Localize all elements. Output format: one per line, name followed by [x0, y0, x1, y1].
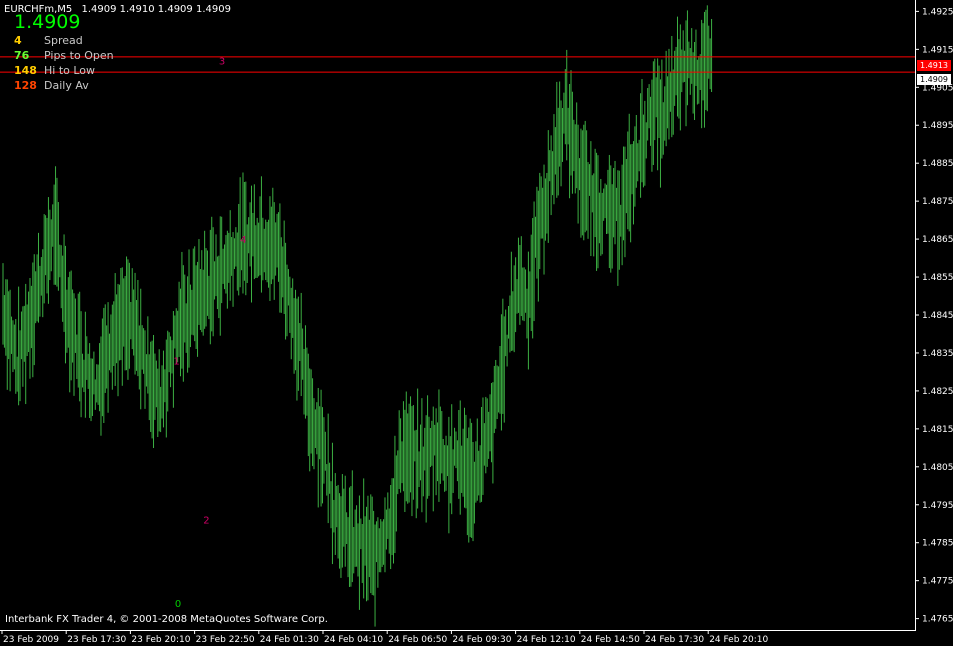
- wave-label: 0: [175, 599, 181, 610]
- y-tick-label: 1.4825: [922, 387, 953, 397]
- stat-daily-av: 128 Daily Av: [14, 79, 89, 92]
- bid-price-tag: 1.4909: [917, 74, 951, 85]
- y-tick-label: 1.4785: [922, 539, 953, 549]
- stat-label: Hi to Low: [44, 64, 96, 77]
- wave-label: 1: [173, 356, 179, 367]
- y-tick-label: 1.4855: [922, 273, 953, 283]
- y-tick-label: 1.4835: [922, 349, 953, 359]
- stat-value: 148: [14, 64, 37, 77]
- y-tick-label: 1.4775: [922, 577, 953, 587]
- stat-value: 76: [14, 49, 30, 62]
- stat-label: Spread: [44, 34, 83, 47]
- y-tick-label: 1.4845: [922, 311, 953, 321]
- x-tick-label: 24 Feb 17:30: [645, 635, 704, 645]
- stat-value: 128: [14, 79, 37, 92]
- copyright-label: Interbank FX Trader 4, © 2001-2008 MetaQ…: [5, 614, 328, 625]
- y-tick-label: 1.4885: [922, 159, 953, 169]
- x-tick-label: 23 Feb 20:10: [131, 635, 190, 645]
- x-tick-label: 24 Feb 20:10: [709, 635, 768, 645]
- y-tick-label: 1.4915: [922, 45, 953, 55]
- current-price: 1.4909: [14, 11, 81, 33]
- price-lines: [0, 56, 915, 73]
- stat-hi-to-low: 148 Hi to Low: [14, 64, 95, 77]
- x-tick-label: 24 Feb 14:50: [581, 635, 640, 645]
- y-tick-label: 1.4875: [922, 197, 953, 207]
- price-chart: 1.49251.49151.49051.48951.48851.48751.48…: [0, 0, 953, 645]
- chart-axes: 1.49251.49151.49051.48951.48851.48751.48…: [0, 0, 953, 645]
- stat-value: 4: [14, 34, 22, 47]
- stat-pips-to-open: 76 Pips to Open: [14, 49, 114, 62]
- x-tick-label: 24 Feb 04:10: [324, 635, 383, 645]
- x-tick-label: 23 Feb 2009: [3, 635, 59, 645]
- x-tick-label: 24 Feb 01:30: [260, 635, 319, 645]
- x-tick-label: 23 Feb 22:50: [196, 635, 255, 645]
- y-tick-label: 1.4795: [922, 501, 953, 511]
- wave-label: 3: [219, 57, 225, 68]
- stat-spread: 4 Spread: [14, 34, 83, 47]
- y-tick-label: 1.4865: [922, 235, 953, 245]
- y-tick-label: 1.4815: [922, 425, 953, 435]
- wave-label: 2: [203, 516, 209, 527]
- stat-label: Daily Av: [44, 79, 89, 92]
- ohlc-bars: [2, 5, 713, 627]
- ask-price-tag: 1.4913: [917, 60, 951, 71]
- x-tick-label: 24 Feb 06:50: [388, 635, 447, 645]
- y-tick-label: 1.4895: [922, 121, 953, 131]
- y-tick-label: 1.4925: [922, 7, 953, 17]
- wave-label: 4: [240, 235, 246, 246]
- y-tick-label: 1.4765: [922, 615, 953, 625]
- stat-label: Pips to Open: [44, 49, 114, 62]
- y-tick-label: 1.4805: [922, 463, 953, 473]
- x-tick-label: 24 Feb 12:10: [517, 635, 576, 645]
- ohlc-readout: 1.4909 1.4910 1.4909 1.4909: [81, 4, 231, 15]
- x-tick-label: 24 Feb 09:30: [452, 635, 511, 645]
- x-tick-label: 23 Feb 17:30: [67, 635, 126, 645]
